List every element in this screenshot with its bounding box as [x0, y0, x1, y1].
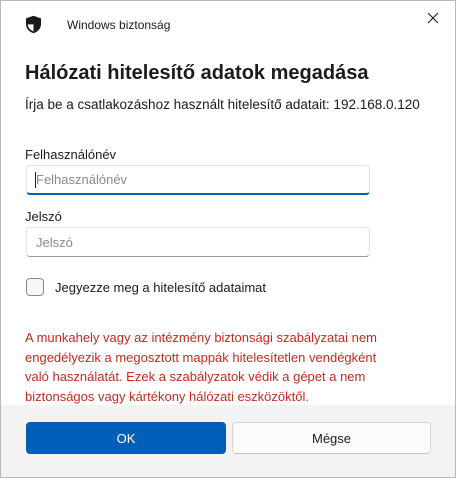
credential-dialog: Windows biztonság Hálózati hitelesítő ad…	[0, 0, 456, 478]
text-caret	[35, 172, 36, 188]
username-label: Felhasználónév	[25, 147, 117, 162]
title-bar[interactable]: Windows biztonság	[1, 1, 455, 41]
password-label: Jelszó	[25, 209, 62, 224]
username-input[interactable]	[26, 165, 370, 195]
dialog-heading: Hálózati hitelesítő adatok megadása	[25, 62, 369, 84]
remember-checkbox[interactable]	[26, 278, 44, 296]
close-button[interactable]	[419, 7, 447, 33]
ok-button[interactable]: OK	[26, 422, 226, 454]
policy-warning: A munkahely vagy az intézmény biztonsági…	[25, 328, 435, 406]
close-icon	[427, 11, 439, 29]
cancel-button[interactable]: Mégse	[232, 422, 431, 454]
warning-line: A munkahely vagy az intézmény biztonsági…	[25, 330, 377, 345]
dialog-instruction: Írja be a csatlakozáshoz használt hitele…	[25, 97, 420, 112]
shield-icon	[25, 15, 42, 34]
warning-line: való használatát. Ezek a szabályzatok vé…	[25, 369, 366, 384]
password-input[interactable]	[26, 227, 370, 257]
warning-line: engedélyezik a megosztott mappák hiteles…	[25, 349, 377, 365]
window-title: Windows biztonság	[67, 18, 171, 32]
remember-label: Jegyezze meg a hitelesítő adataimat	[55, 279, 267, 295]
warning-line: biztonságos vagy kártékony hálózati eszk…	[25, 388, 309, 404]
remember-credentials-option[interactable]: Jegyezze meg a hitelesítő adataimat	[26, 276, 266, 298]
